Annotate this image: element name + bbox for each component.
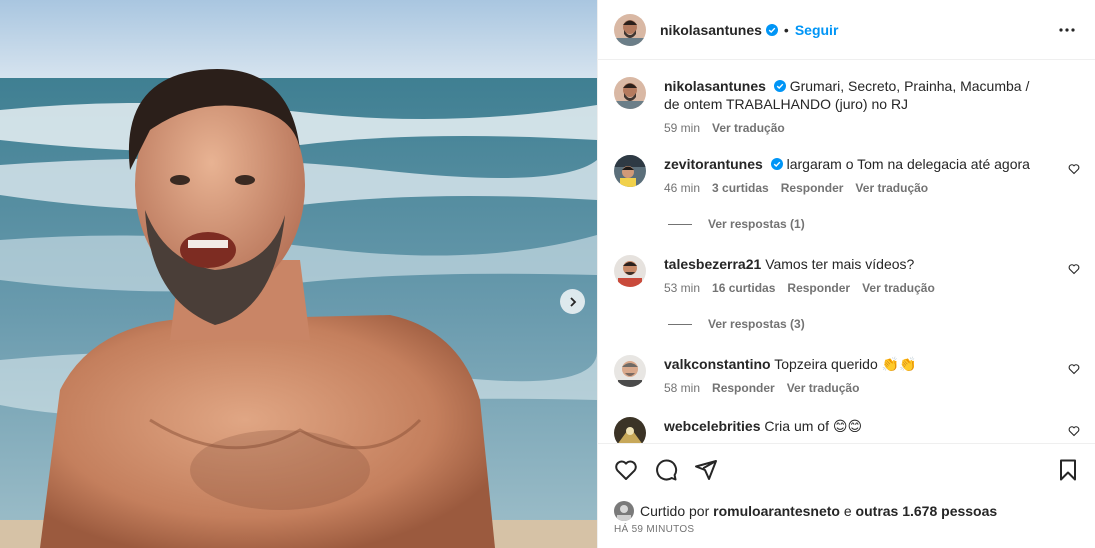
caption-time[interactable]: 59 min <box>664 121 700 135</box>
caption-username[interactable]: nikolasantunes <box>664 78 766 94</box>
replies-line <box>668 223 692 225</box>
reply-button[interactable]: Responder <box>787 281 850 295</box>
view-replies-button[interactable]: Ver respostas (3) <box>668 317 1080 331</box>
post-actions: Curtido por romuloarantesneto e outras 1… <box>598 443 1095 535</box>
header-separator: • <box>783 21 789 38</box>
likes-joiner: e <box>843 503 852 519</box>
comment-time[interactable]: 58 min <box>664 381 700 395</box>
translate-button[interactable]: Ver tradução <box>712 121 785 135</box>
translate-button[interactable]: Ver tradução <box>855 181 928 195</box>
post-side-panel: nikolasantunes • Seguir nikolasantunes G… <box>597 0 1095 548</box>
other-likes-link[interactable]: outras 1.678 pessoas <box>856 503 998 519</box>
verified-badge-icon <box>765 23 778 36</box>
comment: zevitorantunes largaram o Tom na delegac… <box>614 155 1080 195</box>
comment-like-icon[interactable] <box>1068 163 1080 175</box>
comment-likes[interactable]: 16 curtidas <box>712 281 775 295</box>
chevron-right-icon <box>569 296 576 307</box>
view-replies-button[interactable]: Ver respostas (1) <box>668 217 1080 231</box>
comment-username[interactable]: valkconstantino <box>664 356 771 372</box>
author-username[interactable]: nikolasantunes <box>660 22 762 38</box>
author-avatar[interactable] <box>614 13 646 46</box>
heart-icon[interactable] <box>614 458 638 482</box>
caption: nikolasantunes Grumari, Secreto, Prainha… <box>614 77 1080 135</box>
action-icons <box>614 444 1080 496</box>
reply-button[interactable]: Responder <box>712 381 775 395</box>
comment-text: Vamos ter mais vídeos? <box>765 256 915 272</box>
likes-summary: Curtido por romuloarantesneto e outras 1… <box>614 500 1080 522</box>
comment-text: Cria um of 😊😊 <box>764 418 863 434</box>
reply-button[interactable]: Responder <box>781 181 844 195</box>
view-replies-label[interactable]: Ver respostas (1) <box>708 217 805 231</box>
translate-button[interactable]: Ver tradução <box>862 281 935 295</box>
liker-username[interactable]: romuloarantesneto <box>713 503 840 519</box>
comment-icon[interactable] <box>654 458 678 482</box>
commenter-avatar[interactable] <box>614 255 646 287</box>
comment-time[interactable]: 53 min <box>664 281 700 295</box>
replies-line <box>668 323 692 325</box>
more-options-button[interactable] <box>1055 18 1079 42</box>
comment: valkconstantino Topzeira querido 👏👏 58 m… <box>614 355 1080 395</box>
liker-avatar[interactable] <box>614 501 634 521</box>
post-dialog: nikolasantunes • Seguir nikolasantunes G… <box>0 0 1095 548</box>
comments-list[interactable]: nikolasantunes Grumari, Secreto, Prainha… <box>598 61 1095 443</box>
more-options-icon <box>1059 27 1075 32</box>
send-icon[interactable] <box>694 458 718 482</box>
liked-by-prefix: Curtido por <box>640 503 710 519</box>
comment-time[interactable]: 46 min <box>664 181 700 195</box>
view-replies-label[interactable]: Ver respostas (3) <box>708 317 805 331</box>
post-media[interactable] <box>0 0 597 548</box>
comment-username[interactable]: webcelebrities <box>664 418 761 434</box>
post-timestamp[interactable]: HÁ 59 MINUTOS <box>614 524 1080 535</box>
comment: talesbezerra21 Vamos ter mais vídeos? 53… <box>614 255 1080 295</box>
comment-like-icon[interactable] <box>1068 363 1080 375</box>
comment-like-icon[interactable] <box>1068 425 1080 437</box>
commenter-avatar[interactable] <box>614 355 646 387</box>
comment: webcelebrities Cria um of 😊😊 <box>614 417 1080 443</box>
bookmark-icon[interactable] <box>1056 458 1080 482</box>
comment-likes[interactable]: 3 curtidas <box>712 181 769 195</box>
verified-badge-icon <box>773 80 786 92</box>
comment-text: Topzeira querido 👏👏 <box>774 356 917 372</box>
comment-username[interactable]: zevitorantunes <box>664 156 763 172</box>
translate-button[interactable]: Ver tradução <box>787 381 860 395</box>
comment-like-icon[interactable] <box>1068 263 1080 275</box>
post-photo <box>0 0 597 548</box>
commenter-avatar[interactable] <box>614 155 646 187</box>
post-header: nikolasantunes • Seguir <box>598 0 1095 60</box>
next-photo-button[interactable] <box>560 289 585 314</box>
verified-badge-icon <box>770 158 783 170</box>
follow-button[interactable]: Seguir <box>795 22 839 38</box>
commenter-avatar[interactable] <box>614 417 646 443</box>
author-avatar[interactable] <box>614 77 646 109</box>
comment-text: largaram o Tom na delegacia até agora <box>786 156 1030 172</box>
comment-username[interactable]: talesbezerra21 <box>664 256 761 272</box>
